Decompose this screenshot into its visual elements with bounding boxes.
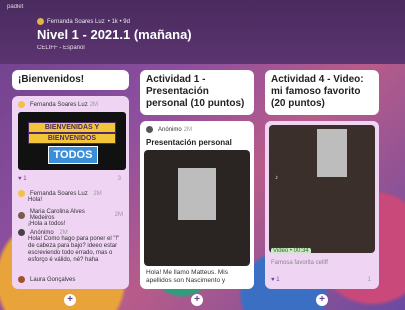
post-card-video[interactable]: ♪ Video • 00:34 Famosa favorita celiff ♥… [265, 121, 379, 289]
comment-item: Anónimo 2M Hola! Como hago para poner el… [18, 229, 123, 264]
comment-item: Fernanda Soares Luz 2M Hola! [18, 190, 123, 203]
post-card-presentacion[interactable]: Anónimo 2M Presentación personal Hola! M… [140, 121, 254, 289]
column-title: Actividad 1 - Presentación personal (10 … [146, 74, 245, 109]
column-title: ¡Bienvenidos! [18, 74, 85, 85]
comment-time: 2M [114, 212, 123, 218]
add-post-button-col2[interactable]: + [191, 294, 203, 306]
comment-text: Hola! [28, 197, 43, 203]
board-author-line: Fernanda Soares Luz • 1k • 9d [37, 18, 130, 25]
add-post-button-col3[interactable]: + [316, 294, 328, 306]
comment-count[interactable]: 1 [368, 277, 371, 283]
post-time: 2M [183, 126, 193, 133]
post-title: Presentación personal [146, 138, 232, 147]
board-subtitle: CELIFF - Español [37, 45, 85, 51]
post-author: Anónimo [158, 126, 182, 133]
avatar [18, 211, 25, 219]
redacted-face [317, 129, 347, 177]
board-title: Nivel 1 - 2021.1 (mañana) [37, 27, 192, 42]
tiktok-icon: ♪ [275, 175, 278, 181]
video-thumbnail[interactable]: ♪ [269, 125, 375, 253]
post-author-row: Anónimo 2M [146, 126, 192, 133]
post-body: Hola! Me llamo Matteus. Mis apellidos so… [146, 269, 228, 284]
comment-author: Fernanda Soares Luz [30, 190, 88, 197]
post-author: Fernanda Soares Luz [30, 101, 88, 108]
banner-line-3: TODOS [48, 146, 98, 164]
post-time: 2M [89, 101, 99, 108]
comment-time: 2M [93, 190, 102, 197]
comment-text: Hola! Como hago para poner el "!" de cab… [28, 236, 120, 263]
comment-author: Anónimo [30, 229, 54, 236]
post-card-bienvenidos[interactable]: Fernanda Soares Luz 2M BIENVENIDAS Y BIE… [12, 96, 129, 289]
like-button[interactable]: ♥ 1 [271, 277, 280, 283]
comment-item: Laura Gonçalves [18, 276, 123, 283]
comment-time: 2M [59, 229, 68, 236]
column-title: Actividad 4 - Video: mi famoso favorito … [271, 74, 364, 109]
redacted-face [178, 168, 216, 220]
post-photo[interactable] [144, 150, 250, 266]
avatar [18, 190, 25, 197]
column-header-actividad-1[interactable]: Actividad 1 - Presentación personal (10 … [140, 70, 254, 115]
avatar [18, 276, 25, 283]
column-header-bienvenidos[interactable]: ¡Bienvenidos! [12, 70, 129, 90]
post-caption: Famosa favorita celiff [271, 260, 328, 266]
banner-line-1: BIENVENIDAS Y [28, 122, 116, 133]
board-header: padlet Fernanda Soares Luz • 1k • 9d Niv… [0, 0, 405, 64]
post-author-row: Fernanda Soares Luz 2M [18, 101, 98, 108]
board-meta: • 1k • 9d [107, 18, 130, 25]
video-duration-badge: Video • 00:34 [271, 248, 311, 254]
banner-line-2: BIENVENIDOS [28, 133, 116, 144]
comment-item: Maria Carolina Alves Medeiros 2M ¡Hola a… [18, 209, 123, 227]
welcome-banner-image[interactable]: BIENVENIDAS Y BIENVENIDOS TODOS [18, 112, 126, 170]
brand-logo[interactable]: padlet [7, 4, 23, 10]
comment-author: Maria Carolina Alves Medeiros [29, 209, 85, 221]
add-post-button-col1[interactable]: + [64, 294, 76, 306]
comment-author: Laura Gonçalves [30, 276, 76, 283]
avatar [146, 126, 153, 133]
column-header-actividad-4[interactable]: Actividad 4 - Video: mi famoso favorito … [265, 70, 379, 115]
author-avatar [37, 18, 44, 25]
comment-count[interactable]: 3 [118, 176, 121, 182]
comment-text: ¡Hola a todos! [28, 221, 66, 227]
avatar [18, 229, 25, 236]
board-author: Fernanda Soares Luz [47, 18, 105, 25]
avatar [18, 101, 25, 108]
like-button[interactable]: ♥ 1 [18, 176, 27, 182]
